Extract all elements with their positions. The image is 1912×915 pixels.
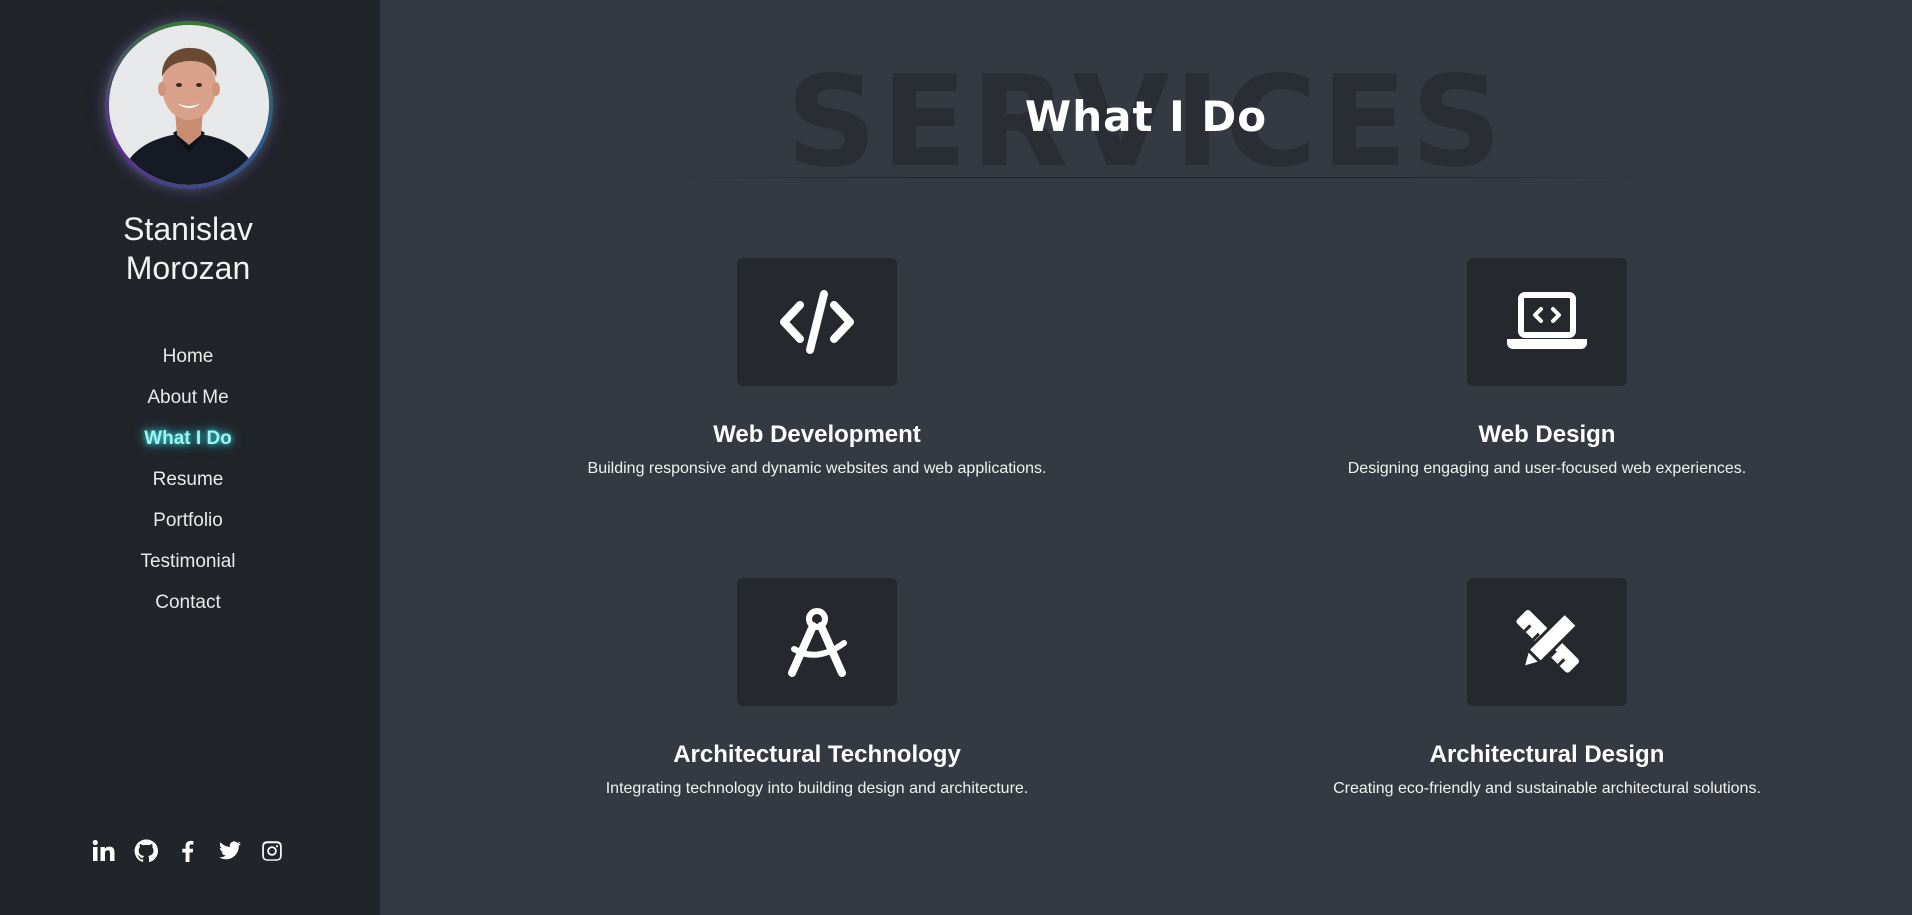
service-card-architectural-technology: Architectural Technology Integrating tec…: [497, 578, 1137, 800]
service-card-web-design: Web Design Designing engaging and user-f…: [1227, 258, 1867, 480]
compass-drafting-icon: [788, 608, 847, 677]
twitter-icon[interactable]: [218, 838, 242, 864]
service-icon-box: [737, 578, 897, 706]
laptop-code-icon: [1507, 292, 1587, 349]
nav-item-about: About Me: [0, 377, 376, 418]
nav-item-home: Home: [0, 336, 376, 377]
title-divider: [660, 177, 1660, 178]
nav-link-what-i-do[interactable]: What I Do: [144, 428, 232, 450]
profile-name-first: Stanislav: [123, 211, 253, 247]
linkedin-icon[interactable]: [92, 838, 116, 864]
service-card-architectural-design: Architectural Design Creating eco-friend…: [1227, 578, 1867, 800]
service-description: Integrating technology into building des…: [605, 780, 1029, 797]
nav-link-home[interactable]: Home: [163, 346, 214, 368]
pencil-ruler-icon: [1516, 610, 1579, 673]
profile-name-last: Morozan: [125, 250, 251, 286]
main-nav: Home About Me What I Do Resume Portfolio…: [0, 336, 376, 623]
nav-item-testimonial: Testimonial: [0, 541, 376, 582]
service-icon-box: [1467, 578, 1627, 706]
service-description: Creating eco-friendly and sustainable ar…: [1333, 780, 1761, 797]
profile-name: Stanislav Morozan: [0, 210, 376, 288]
nav-item-portfolio: Portfolio: [0, 500, 376, 541]
social-links: [0, 838, 376, 864]
service-description: Building responsive and dynamic websites…: [587, 460, 1047, 477]
service-icon-box: [1467, 258, 1627, 386]
service-title: Architectural Technology: [673, 741, 961, 768]
nav-link-contact[interactable]: Contact: [155, 592, 220, 614]
nav-item-contact: Contact: [0, 582, 376, 623]
nav-link-about[interactable]: About Me: [147, 387, 228, 409]
nav-link-testimonial[interactable]: Testimonial: [140, 551, 235, 573]
page-title: What I Do: [1024, 92, 1268, 141]
service-description: Designing engaging and user-focused web …: [1347, 460, 1747, 477]
avatar-ring: [105, 21, 273, 189]
service-card-web-development: Web Development Building responsive and …: [497, 258, 1137, 480]
github-icon[interactable]: [134, 838, 158, 864]
facebook-icon[interactable]: [176, 838, 200, 864]
sidebar: Stanislav Morozan Home About Me What I D…: [0, 0, 380, 915]
service-title: Architectural Design: [1429, 741, 1665, 768]
profile-photo: [109, 25, 269, 185]
service-title: Web Design: [1478, 421, 1616, 448]
nav-item-resume: Resume: [0, 459, 376, 500]
code-icon: [780, 290, 854, 354]
service-title: Web Development: [713, 421, 921, 448]
service-icon-box: [737, 258, 897, 386]
main-content: SERVICES What I Do Web Development Build…: [380, 0, 1912, 915]
instagram-icon[interactable]: [260, 838, 284, 864]
nav-link-portfolio[interactable]: Portfolio: [153, 510, 223, 532]
nav-item-what-i-do: What I Do: [0, 418, 376, 459]
avatar: [109, 25, 269, 185]
nav-link-resume[interactable]: Resume: [153, 469, 224, 491]
